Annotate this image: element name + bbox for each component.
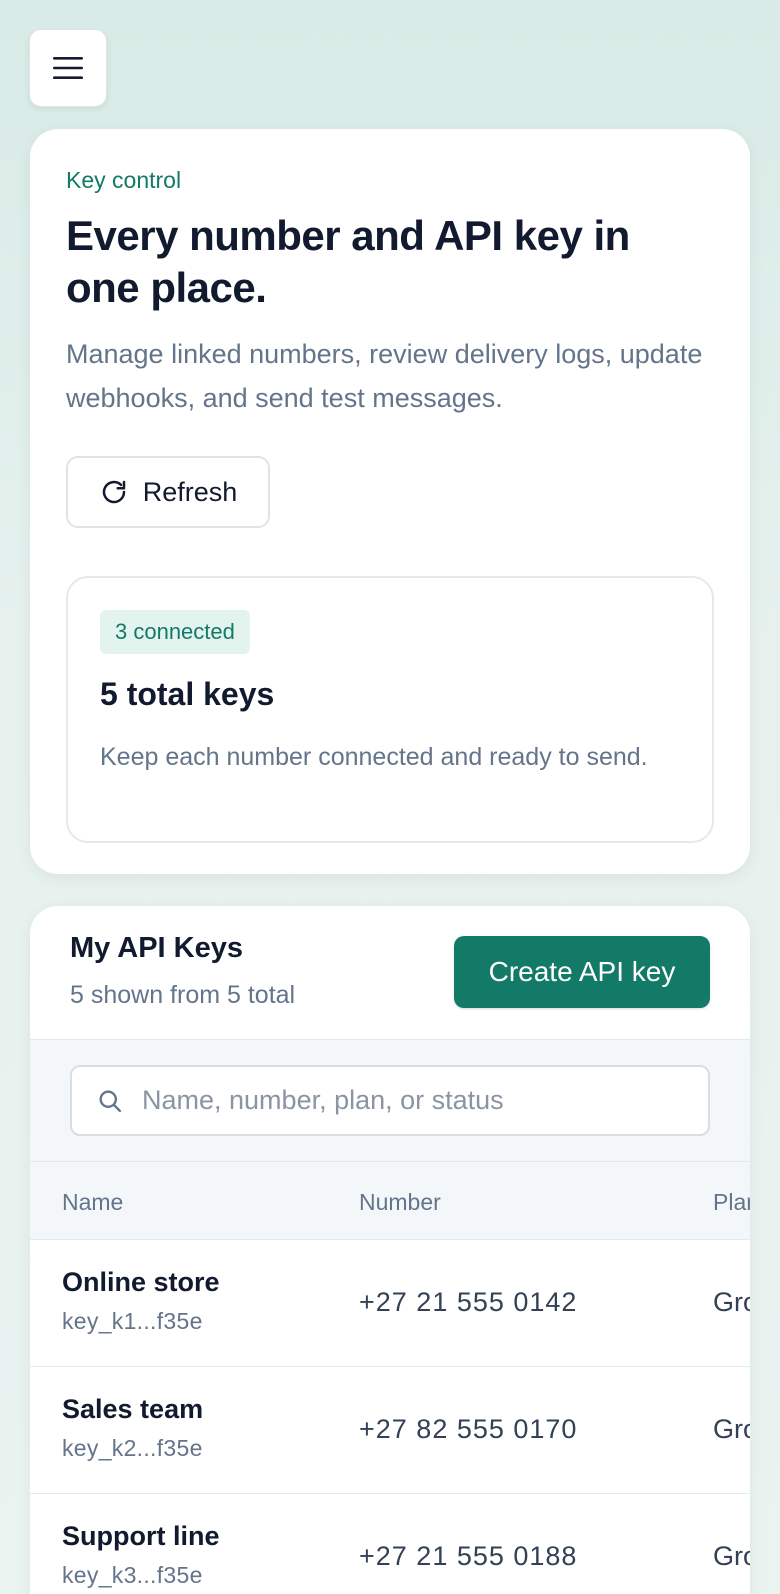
api-keys-panel: My API Keys 5 shown from 5 total Create … — [30, 906, 750, 1594]
row-name-cell: Sales team key_k2...f35e — [62, 1394, 203, 1462]
refresh-button[interactable]: Refresh — [66, 456, 270, 528]
page-title: Every number and API key in one place. — [66, 212, 630, 311]
total-keys: 5 total keys — [100, 676, 275, 712]
search-bar — [30, 1039, 750, 1162]
row-number: +27 21 555 0142 — [359, 1287, 578, 1317]
table-header: Name Number Plan — [30, 1162, 750, 1240]
row-key-id: key_k1...f35e — [62, 1308, 203, 1334]
row-key-id: key_k3...f35e — [62, 1562, 203, 1588]
search-icon — [99, 1090, 122, 1112]
row-plan: Growth — [713, 1541, 750, 1571]
keys-summary-card: 3 connected 5 total keys Keep each numbe… — [66, 576, 714, 843]
row-key-id: key_k2...f35e — [62, 1435, 203, 1461]
refresh-label: Refresh — [142, 476, 238, 507]
summary-description: Keep each number connected and ready to … — [100, 743, 648, 771]
hero-description: Manage linked numbers, review delivery l… — [66, 339, 703, 413]
row-name-cell: Online store key_k1...f35e — [62, 1267, 220, 1335]
refresh-icon — [102, 480, 125, 504]
search-field[interactable] — [70, 1065, 710, 1136]
connected-badge: 3 connected — [100, 610, 250, 654]
column-header-number[interactable]: Number — [359, 1189, 441, 1216]
row-name-cell: Support line key_k3...f35e — [62, 1521, 220, 1589]
menu-button[interactable] — [29, 29, 107, 107]
column-header-name[interactable]: Name — [62, 1189, 123, 1216]
row-number: +27 21 555 0188 — [359, 1541, 578, 1571]
create-api-key-button[interactable]: Create API key — [454, 936, 710, 1008]
row-plan: Growth — [713, 1414, 750, 1444]
table-row[interactable]: Sales team key_k2...f35e +27 82 555 0170… — [30, 1367, 750, 1494]
row-name: Support line — [62, 1521, 220, 1551]
hero-card: Key control Every number and API key in … — [30, 129, 750, 874]
table-row[interactable]: Online store key_k1...f35e +27 21 555 01… — [30, 1240, 750, 1367]
row-plan: Growth — [713, 1287, 750, 1317]
table-row[interactable]: Support line key_k3...f35e +27 21 555 01… — [30, 1494, 750, 1594]
row-name: Sales team — [62, 1394, 204, 1424]
row-name: Online store — [62, 1267, 220, 1297]
api-keys-header: My API Keys 5 shown from 5 total Create … — [30, 906, 750, 1039]
row-number: +27 82 555 0170 — [359, 1414, 578, 1444]
hamburger-icon — [53, 57, 83, 79]
hero-eyebrow: Key control — [66, 167, 182, 193]
search-input[interactable] — [142, 1085, 682, 1116]
column-header-plan[interactable]: Plan — [713, 1189, 750, 1216]
